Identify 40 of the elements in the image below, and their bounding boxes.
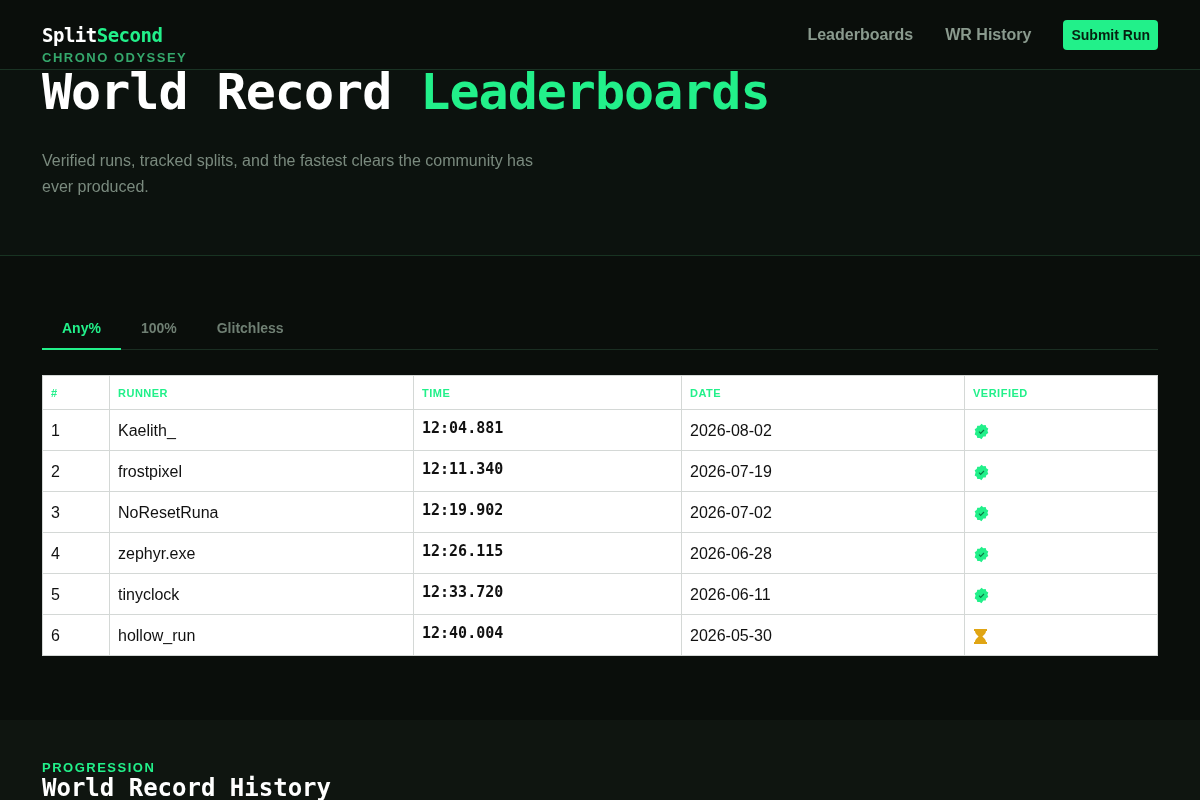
- column-header: #: [42, 375, 110, 410]
- time-cell: 12:19.902: [413, 491, 682, 533]
- logo[interactable]: SplitSecond: [42, 23, 163, 46]
- column-header: DATE: [681, 375, 965, 410]
- category-tab[interactable]: Glitchless: [196, 316, 304, 350]
- date-cell: 2026-06-11: [681, 573, 965, 615]
- runner-cell: hollow_run: [109, 614, 414, 656]
- rank-cell: 2: [42, 450, 110, 492]
- runner-cell: tinyclock: [109, 573, 414, 615]
- time-cell: 12:04.881: [413, 409, 682, 451]
- column-header: TIME: [413, 375, 682, 410]
- page-subtitle: Verified runs, tracked splits, and the fastest clears the community has ever produced.: [42, 151, 534, 197]
- rank-cell: 1: [42, 409, 110, 451]
- runner-cell: zephyr.exe: [109, 532, 414, 574]
- date-cell: 2026-06-28: [681, 532, 965, 574]
- rank-cell: 4: [42, 532, 110, 574]
- rank-cell: 6: [42, 614, 110, 656]
- time-cell: 12:40.004: [413, 614, 682, 656]
- time-cell: 12:26.115: [413, 532, 682, 574]
- time-cell: 12:33.720: [413, 573, 682, 615]
- category-tab[interactable]: Any%: [42, 316, 121, 350]
- nav-link[interactable]: WR History: [945, 25, 1032, 44]
- rank-cell: 3: [42, 491, 110, 533]
- column-header: RUNNER: [109, 375, 414, 410]
- runner-cell: NoResetRuna: [109, 491, 414, 533]
- nav-link[interactable]: Leaderboards: [807, 25, 914, 44]
- section-eyebrow: PROGRESSION: [42, 760, 157, 776]
- eyebrow-label: CHRONO ODYSSEY: [42, 50, 188, 66]
- time-cell: 12:11.340: [413, 450, 682, 492]
- date-cell: 2026-08-02: [681, 409, 965, 451]
- runner-cell: Kaelith_: [109, 409, 414, 451]
- rank-cell: 5: [42, 573, 110, 615]
- date-cell: 2026-07-02: [681, 491, 965, 533]
- date-cell: 2026-05-30: [681, 614, 965, 656]
- category-tab[interactable]: 100%: [120, 316, 197, 350]
- page-title: World Record Leaderboards: [42, 66, 771, 118]
- runner-cell: frostpixel: [109, 450, 414, 492]
- date-cell: 2026-07-19: [681, 450, 965, 492]
- submit-run-button[interactable]: Submit Run: [1063, 19, 1158, 50]
- column-header: VERIFIED: [964, 375, 1158, 410]
